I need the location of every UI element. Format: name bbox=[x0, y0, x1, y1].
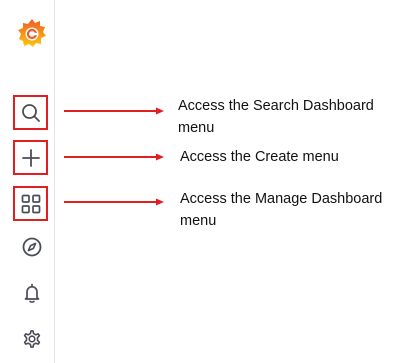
gear-icon bbox=[23, 330, 41, 348]
callout-arrow bbox=[64, 107, 164, 115]
explore-button[interactable] bbox=[21, 236, 43, 258]
dashboards-grid-icon bbox=[21, 194, 40, 213]
configuration-button[interactable] bbox=[21, 327, 43, 351]
callout-manage-dashboard-text: Access the Manage Dashboard menu bbox=[180, 191, 383, 229]
plus-icon bbox=[21, 148, 40, 167]
side-menu bbox=[0, 0, 55, 363]
compass-icon bbox=[22, 237, 42, 257]
create-button[interactable] bbox=[13, 140, 48, 175]
bell-icon bbox=[24, 283, 40, 303]
search-button[interactable] bbox=[13, 95, 48, 130]
callout-arrow bbox=[64, 198, 164, 206]
grafana-logo-icon[interactable] bbox=[17, 17, 47, 49]
manage-dashboards-button[interactable] bbox=[13, 186, 48, 221]
callout-search-text: Access the Search Dashboard menu bbox=[178, 98, 374, 136]
alerting-button[interactable] bbox=[21, 282, 43, 304]
search-icon bbox=[21, 103, 40, 122]
callout-create-text: Access the Create menu bbox=[180, 149, 339, 165]
callout-arrow bbox=[64, 153, 164, 161]
